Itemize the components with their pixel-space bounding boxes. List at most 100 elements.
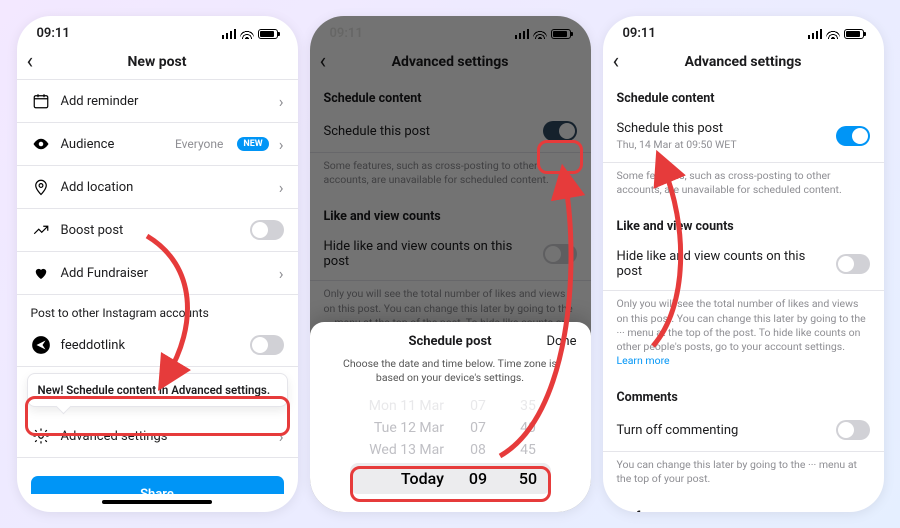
status-bar: 09:11: [603, 16, 884, 45]
row-label: Add reminder: [61, 94, 269, 109]
section-schedule-content: Schedule content: [310, 79, 591, 110]
account-toggle[interactable]: [250, 335, 284, 355]
commenting-toggle[interactable]: [836, 420, 870, 440]
row-account-feeddotlink[interactable]: feeddotlink: [17, 324, 298, 367]
picker-selected-row[interactable]: Today0950: [350, 463, 551, 494]
navbar: ‹ Advanced settings: [310, 45, 591, 79]
row-schedule-this-post[interactable]: Schedule this post: [310, 110, 591, 153]
row-label: Audience: [61, 137, 166, 152]
row-add-fundraiser[interactable]: Add Fundraiser ›: [17, 252, 298, 295]
sheet-title: Schedule post: [408, 334, 491, 349]
sheet-note: Choose the date and time below. Time zon…: [310, 357, 591, 395]
row-hide-like-counts[interactable]: Hide like and view counts on this post: [310, 228, 591, 281]
page-title: New post: [128, 54, 187, 70]
section-like-view-counts: Like and view counts: [310, 197, 591, 228]
signal-icon: [808, 29, 822, 39]
row-boost-post[interactable]: Boost post: [17, 209, 298, 252]
row-label: Hide like and view counts on this post: [324, 239, 533, 269]
hide-likes-toggle[interactable]: [543, 244, 577, 264]
chevron-right-icon: ›: [279, 264, 284, 283]
signal-icon: [515, 29, 529, 39]
stage-three-phones: 09:11 ‹ New post Add reminder › Audience…: [17, 16, 884, 512]
status-time: 09:11: [330, 26, 363, 41]
back-button[interactable]: ‹: [27, 51, 34, 73]
schedule-toggle[interactable]: [836, 126, 870, 146]
row-turn-off-commenting[interactable]: Turn off commenting: [603, 409, 884, 452]
eye-icon: [31, 134, 51, 154]
comments-note: You can change this later by going to th…: [603, 452, 884, 496]
location-pin-icon: [31, 177, 51, 197]
section-preferences: Preferences: [603, 497, 884, 512]
row-label: Add Fundraiser: [61, 266, 269, 281]
wifi-icon: [533, 29, 547, 39]
page-title: Advanced settings: [685, 54, 802, 70]
row-label: Boost post: [61, 223, 240, 238]
status-indicators: [222, 29, 278, 39]
phone-new-post: 09:11 ‹ New post Add reminder › Audience…: [17, 16, 298, 512]
chevron-right-icon: ›: [279, 92, 284, 111]
phone-advanced-settings: 09:11 ‹ Advanced settings Schedule conte…: [603, 16, 884, 512]
status-indicators: [808, 29, 864, 39]
status-bar: 09:11: [310, 16, 591, 45]
row-schedule-this-post[interactable]: Schedule this post Thu, 14 Mar at 09:50 …: [603, 110, 884, 163]
advanced-settings-list: Schedule content Schedule this post Thu,…: [603, 79, 884, 512]
hide-likes-toggle[interactable]: [836, 254, 870, 274]
trend-up-icon: [31, 220, 51, 240]
battery-icon: [258, 29, 278, 39]
schedule-note: Some features, such as cross-posting to …: [310, 153, 591, 197]
share-button[interactable]: Share: [31, 476, 284, 494]
row-label: Turn off commenting: [617, 423, 826, 438]
battery-icon: [844, 29, 864, 39]
navbar: ‹ Advanced settings: [603, 45, 884, 79]
status-bar: 09:11: [17, 16, 298, 45]
new-badge: NEW: [237, 137, 268, 151]
back-button[interactable]: ‹: [613, 51, 620, 73]
schedule-note: Some features, such as cross-posting to …: [603, 163, 884, 207]
status-time: 09:11: [37, 26, 70, 41]
heart-hand-icon: [31, 263, 51, 283]
tooltip-schedule-hint: New! Schedule content in Advanced settin…: [27, 373, 288, 407]
row-add-location[interactable]: Add location ›: [17, 166, 298, 209]
schedule-sheet: Schedule post Done Choose the date and t…: [310, 322, 591, 512]
row-label: Hide like and view counts on this post: [617, 249, 826, 279]
wifi-icon: [826, 29, 840, 39]
row-label: Add location: [61, 180, 269, 195]
phone-schedule-sheet: 09:11 ‹ Advanced settings Schedule conte…: [310, 16, 591, 512]
row-audience[interactable]: Audience Everyone NEW ›: [17, 123, 298, 166]
schedule-datetime-sub: Thu, 14 Mar at 09:50 WET: [617, 138, 826, 151]
likes-note: Only you will see the total number of li…: [603, 291, 884, 378]
account-avatar-icon: [31, 335, 51, 355]
chevron-right-icon: ›: [279, 178, 284, 197]
learn-more-link[interactable]: Learn more: [617, 354, 670, 367]
schedule-toggle[interactable]: [543, 121, 577, 141]
section-label: Post to other Instagram accounts: [31, 306, 284, 320]
new-post-options: Add reminder › Audience Everyone NEW › A…: [17, 79, 298, 494]
chevron-right-icon: ›: [279, 427, 284, 446]
row-label: feeddotlink: [61, 338, 240, 353]
section-comments: Comments: [603, 378, 884, 409]
section-like-view-counts: Like and view counts: [603, 207, 884, 238]
audience-value: Everyone: [175, 137, 223, 151]
section-schedule-content: Schedule content: [603, 79, 884, 110]
calendar-icon: [31, 91, 51, 111]
gear-icon: [31, 426, 51, 446]
home-indicator: [102, 500, 212, 504]
done-button[interactable]: Done: [546, 334, 576, 349]
row-label: Schedule this post: [617, 121, 826, 136]
page-title: Advanced settings: [392, 54, 509, 70]
datetime-picker[interactable]: Mon 11 Mar0735 Tue 12 Mar0740 Wed 13 Mar…: [310, 395, 591, 494]
row-label: Schedule this post: [324, 124, 533, 139]
status-time: 09:11: [623, 26, 656, 41]
chevron-right-icon: ›: [279, 135, 284, 154]
section-other-accounts: Post to other Instagram accounts: [17, 295, 298, 324]
row-hide-like-counts[interactable]: Hide like and view counts on this post: [603, 238, 884, 291]
boost-toggle[interactable]: [250, 220, 284, 240]
wifi-icon: [240, 29, 254, 39]
row-label: Advanced settings: [61, 429, 269, 444]
signal-icon: [222, 29, 236, 39]
navbar: ‹ New post: [17, 45, 298, 79]
battery-icon: [551, 29, 571, 39]
row-add-reminder[interactable]: Add reminder ›: [17, 79, 298, 123]
back-button[interactable]: ‹: [320, 51, 327, 73]
row-advanced-settings[interactable]: Advanced settings ›: [17, 415, 298, 458]
